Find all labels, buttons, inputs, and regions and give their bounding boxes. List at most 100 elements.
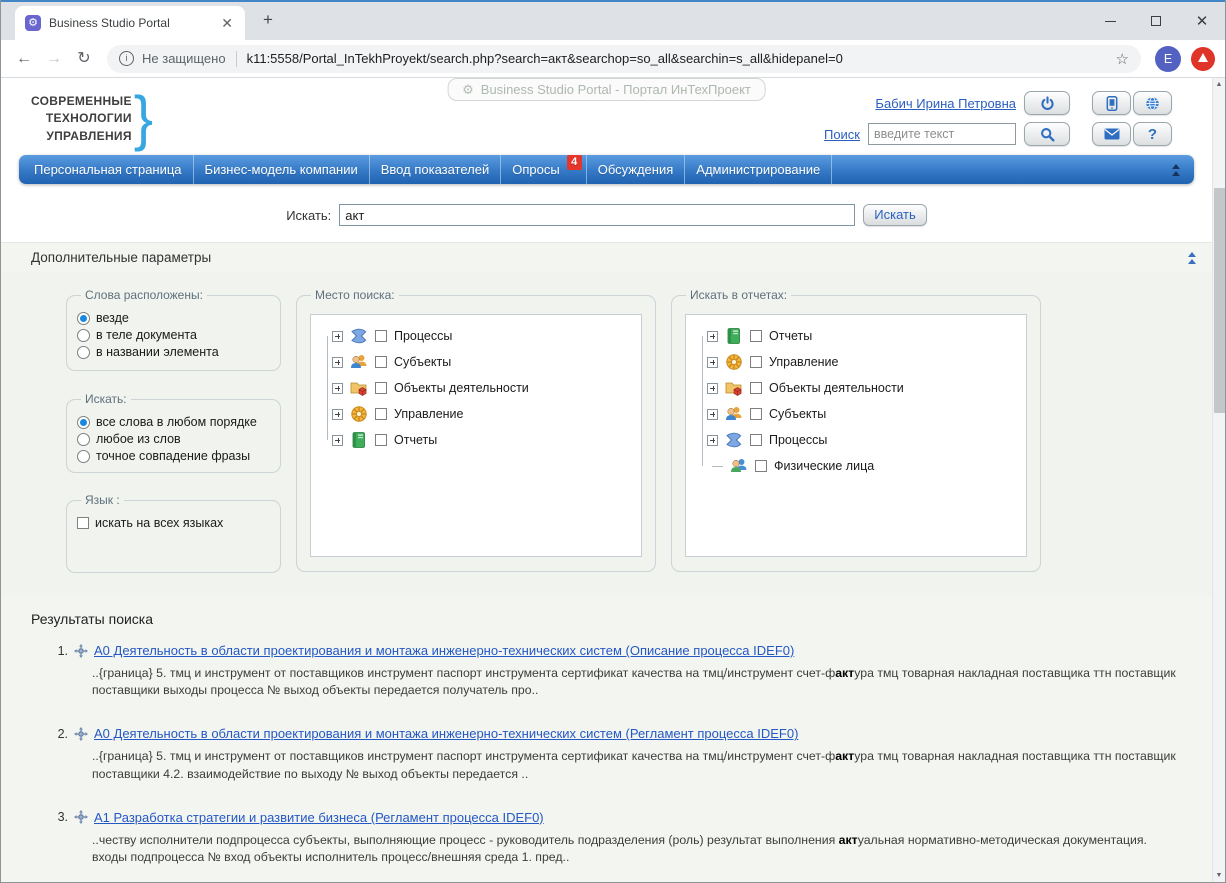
params-collapse-button[interactable]	[1188, 252, 1196, 264]
nav-item-personal-page[interactable]: Персональная страница	[19, 155, 194, 184]
radio-option[interactable]: в названии элемента	[77, 345, 270, 359]
tree-checkbox[interactable]	[375, 356, 387, 368]
mobile-version-button[interactable]	[1092, 91, 1131, 115]
radio-option[interactable]: везде	[77, 311, 270, 325]
nav-item-indicators[interactable]: Ввод показателей	[370, 155, 502, 184]
result-head: 3. А1 Разработка стратегии и развитие би…	[53, 810, 1182, 825]
nav-item-discussions[interactable]: Обсуждения	[587, 155, 686, 184]
help-button[interactable]: ?	[1133, 122, 1172, 146]
expand-icon[interactable]	[332, 383, 343, 394]
result-link[interactable]: А0 Деятельность в области проектирования…	[94, 726, 798, 741]
expand-icon[interactable]	[707, 357, 718, 368]
checkbox-option[interactable]: искать на всех языках	[77, 516, 270, 530]
quick-search-link[interactable]: Поиск	[824, 127, 860, 142]
tree-label[interactable]: Субъекты	[769, 407, 826, 421]
expand-icon[interactable]	[707, 409, 718, 420]
expand-icon[interactable]	[332, 357, 343, 368]
radio-option[interactable]: все слова в любом порядке	[77, 415, 270, 429]
company-logo: СОВРЕМЕННЫЕ ТЕХНОЛОГИИ УПРАВЛЕНИЯ }	[31, 93, 153, 145]
tree-checkbox[interactable]	[375, 408, 387, 420]
scrollbar-thumb[interactable]	[1214, 188, 1225, 413]
tree-checkbox[interactable]	[750, 330, 762, 342]
tree-label[interactable]: Отчеты	[769, 329, 812, 343]
quick-search-input[interactable]	[868, 123, 1016, 145]
radio-everywhere[interactable]	[77, 312, 90, 325]
search-submit-button[interactable]: Искать	[863, 204, 927, 226]
results-title: Результаты поиска	[31, 611, 1182, 627]
radio-any-word[interactable]	[77, 433, 90, 446]
tree-item-processes: Процессы	[696, 431, 1020, 449]
logout-button[interactable]	[1024, 91, 1070, 115]
radio-option[interactable]: любое из слов	[77, 432, 270, 446]
close-button[interactable]: ✕	[1179, 2, 1225, 40]
expand-icon[interactable]	[707, 331, 718, 342]
tree-label[interactable]: Процессы	[769, 433, 827, 447]
extension-icon[interactable]	[1191, 47, 1215, 71]
tree-label[interactable]: Отчеты	[394, 433, 437, 447]
new-tab-button[interactable]: +	[255, 7, 281, 33]
tree-label[interactable]: Физические лица	[774, 459, 874, 473]
bookmark-star-icon[interactable]: ☆	[1116, 50, 1129, 68]
snippet-text: ..честву исполнители подпроцесса субъект…	[92, 833, 839, 847]
result-link[interactable]: А1 Разработка стратегии и развитие бизне…	[94, 810, 544, 825]
radio-in-body[interactable]	[77, 329, 90, 342]
radio-option[interactable]: в теле документа	[77, 328, 270, 342]
expand-icon[interactable]	[332, 435, 343, 446]
tree-checkbox[interactable]	[750, 382, 762, 394]
tree-label[interactable]: Процессы	[394, 329, 452, 343]
tree-label[interactable]: Объекты деятельности	[394, 381, 529, 395]
nav-item-administration[interactable]: Администрирование	[685, 155, 832, 184]
tree-checkbox[interactable]	[750, 356, 762, 368]
radio-all-words[interactable]	[77, 416, 90, 429]
language-group: Язык : искать на всех языках	[66, 493, 281, 573]
chevron-up-icon	[1188, 252, 1196, 257]
minimize-button[interactable]	[1087, 2, 1133, 40]
search-input[interactable]	[339, 204, 855, 226]
tree-checkbox[interactable]	[755, 460, 767, 472]
tree-label[interactable]: Субъекты	[394, 355, 451, 369]
radio-option[interactable]: точное совпадение фразы	[77, 449, 270, 463]
tree-checkbox[interactable]	[375, 330, 387, 342]
nav-item-surveys[interactable]: Опросы 4	[501, 155, 586, 184]
language-button[interactable]	[1133, 91, 1172, 115]
profile-avatar[interactable]: E	[1155, 46, 1181, 72]
forward-icon[interactable]: →	[41, 46, 67, 72]
menu-collapse-button[interactable]	[1158, 155, 1194, 184]
scroll-up-icon[interactable]: ▲	[1213, 78, 1225, 91]
tree-label[interactable]: Управление	[769, 355, 839, 369]
scroll-down-icon[interactable]: ▼	[1213, 869, 1225, 882]
tree-checkbox[interactable]	[750, 434, 762, 446]
snippet-highlight: акт	[835, 666, 854, 680]
params-section-header[interactable]: Дополнительные параметры	[1, 242, 1212, 272]
page-scrollbar[interactable]: ▲ ▼	[1212, 78, 1225, 882]
reload-icon[interactable]: ↻	[71, 46, 97, 72]
logo-brace: }	[134, 92, 153, 147]
messages-button[interactable]	[1092, 122, 1131, 146]
quick-search-button[interactable]	[1024, 122, 1070, 146]
result-number: 1.	[53, 644, 68, 658]
all-languages-checkbox[interactable]	[77, 517, 89, 529]
radio-exact-phrase[interactable]	[77, 450, 90, 463]
snippet-text: ..{граница} 5. тмц и инструмент от поста…	[92, 749, 835, 763]
nav-item-business-model[interactable]: Бизнес-модель компании	[194, 155, 370, 184]
result-link[interactable]: А0 Деятельность в области проектирования…	[94, 643, 794, 658]
tree-label[interactable]: Объекты деятельности	[769, 381, 904, 395]
tab-close-icon[interactable]: ✕	[217, 15, 237, 32]
expand-icon[interactable]	[707, 383, 718, 394]
expand-icon[interactable]	[707, 435, 718, 446]
tree-checkbox[interactable]	[750, 408, 762, 420]
radio-in-name[interactable]	[77, 346, 90, 359]
tree-checkbox[interactable]	[375, 382, 387, 394]
maximize-button[interactable]	[1133, 2, 1179, 40]
tree-checkbox[interactable]	[375, 434, 387, 446]
expand-icon[interactable]	[332, 409, 343, 420]
back-icon[interactable]: ←	[11, 46, 37, 72]
page-info-icon[interactable]: i	[119, 51, 134, 66]
url-text[interactable]: k11:5558/Portal_InTekhProyekt/search.php…	[247, 51, 1108, 66]
tree-label[interactable]: Управление	[394, 407, 464, 421]
browser-tab[interactable]: ⚙ Business Studio Portal ✕	[15, 6, 245, 40]
result-snippet: ..честву исполнители подпроцесса субъект…	[92, 832, 1184, 866]
user-name-link[interactable]: Бабич Ирина Петровна	[875, 96, 1016, 111]
address-bar[interactable]: i Не защищено k11:5558/Portal_InTekhProy…	[107, 45, 1141, 73]
expand-icon[interactable]	[332, 331, 343, 342]
